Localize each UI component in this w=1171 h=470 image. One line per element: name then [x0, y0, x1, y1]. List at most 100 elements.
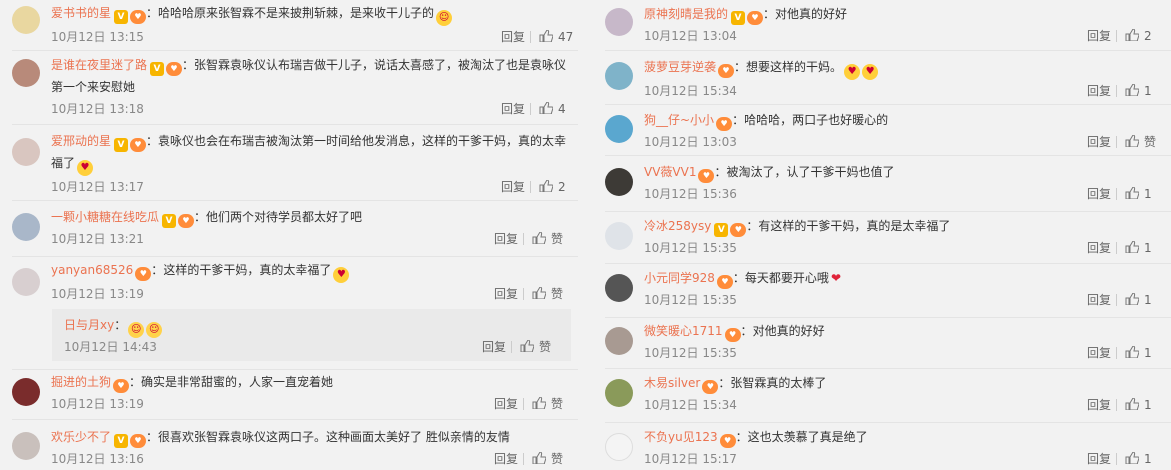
reply-button[interactable]: 回复 [494, 228, 518, 250]
reply-button[interactable]: 回复 [1087, 183, 1111, 205]
avatar[interactable] [605, 115, 633, 143]
like-button[interactable]: 赞 [532, 448, 563, 470]
avatar[interactable] [605, 222, 633, 250]
comment-author[interactable]: 微笑暖心1711 [644, 324, 723, 338]
comment-text: 想要这样的干妈。 [746, 60, 843, 74]
comment-author[interactable]: VV薇VV1 [644, 165, 696, 179]
like-button[interactable]: 4 [539, 98, 566, 120]
like-button[interactable]: 1 [1125, 448, 1152, 470]
reply-button[interactable]: 回复 [501, 176, 525, 198]
divider [1116, 136, 1117, 148]
vip-badge-icon: V [714, 223, 729, 237]
avatar[interactable] [605, 274, 633, 302]
avatar[interactable] [605, 8, 633, 36]
sub-reply-author[interactable]: 日与月xy [64, 318, 114, 332]
avatar[interactable] [605, 62, 633, 90]
reply-button[interactable]: 回复 [1087, 342, 1111, 364]
comment-author[interactable]: 木易silver [644, 376, 700, 390]
comment-author[interactable]: 狗__仔~小小 [644, 113, 714, 127]
avatar[interactable] [12, 59, 40, 87]
divider [12, 50, 578, 51]
reply-button[interactable]: 回复 [1087, 237, 1111, 259]
reply-button[interactable]: 回复 [1087, 448, 1111, 470]
divider [1116, 188, 1117, 200]
like-count: 1 [1144, 293, 1152, 307]
reply-button[interactable]: 回复 [494, 448, 518, 470]
like-button[interactable]: 赞 [532, 228, 563, 250]
avatar[interactable] [12, 213, 40, 241]
sub-reply-separator: ： [114, 318, 127, 332]
comment-author[interactable]: 欢乐少不了 [51, 430, 111, 444]
like-count: 47 [558, 30, 574, 44]
avatar[interactable] [605, 379, 633, 407]
reply-button[interactable]: 回复 [501, 98, 525, 120]
like-button[interactable]: 赞 [532, 393, 563, 415]
fan-medal-icon: ♥ [130, 434, 147, 448]
comment-time: 10月12日 13:21 [51, 232, 144, 246]
divider [1116, 347, 1117, 359]
comment-author[interactable]: 掘进的土狗 [51, 375, 111, 389]
comment-author[interactable]: 不负yu见123 [644, 430, 718, 444]
heart-eyes-emoji-icon: ♥ [77, 160, 94, 176]
divider [511, 341, 512, 353]
avatar[interactable] [12, 268, 40, 296]
reply-button[interactable]: 回复 [1087, 25, 1111, 47]
fan-medal-icon: ♥ [724, 328, 741, 342]
like-button[interactable]: 1 [1125, 394, 1152, 416]
comment-author[interactable]: 小元同学928 [644, 271, 715, 285]
like-button[interactable]: 1 [1125, 342, 1152, 364]
like-button[interactable]: 47 [539, 26, 573, 48]
comment-author[interactable]: 是谁在夜里迷了路 [51, 58, 147, 72]
avatar[interactable] [12, 138, 40, 166]
like-button[interactable]: 赞 [532, 283, 563, 305]
comment-author[interactable]: 爱邢动的星 [51, 134, 111, 148]
like-button[interactable]: 2 [1125, 25, 1152, 47]
reply-button[interactable]: 回复 [1087, 394, 1111, 416]
comment-author[interactable]: 爱书书的星 [51, 6, 111, 20]
divider [605, 104, 1171, 105]
divider [530, 181, 531, 193]
comment-text: 这也太羡慕了真是绝了 [747, 430, 868, 444]
thumb-up-icon [1125, 452, 1139, 464]
avatar[interactable] [12, 6, 40, 34]
reply-button[interactable]: 回复 [1087, 289, 1111, 311]
avatar[interactable] [605, 327, 633, 355]
like-button[interactable]: 1 [1125, 80, 1152, 102]
reply-button[interactable]: 回复 [494, 283, 518, 305]
reply-button[interactable]: 回复 [494, 393, 518, 415]
comment-text: 很喜欢张智霖袁咏仪这两口子。这种画面太美好了 胜似亲情的友情 [158, 430, 510, 444]
comment-time: 10月12日 13:16 [51, 452, 144, 466]
comment-author[interactable]: yanyan68526 [51, 263, 133, 277]
like-button[interactable]: 1 [1125, 183, 1152, 205]
like-button[interactable]: 赞 [1125, 131, 1156, 153]
comment-time: 10月12日 15:35 [644, 293, 737, 307]
vip-badge-icon: V [114, 10, 129, 24]
comment-text: 哈哈哈原来张智霖不是来披荆斩棘，是来收干儿子的 [158, 6, 435, 20]
reply-button[interactable]: 回复 [1087, 131, 1111, 153]
divider [1116, 30, 1117, 42]
comment-author[interactable]: 原神刻晴是我的 [644, 7, 728, 21]
vip-badge-icon: V [114, 434, 129, 448]
like-button[interactable]: 1 [1125, 289, 1152, 311]
thumb-up-icon [1125, 293, 1139, 305]
fan-medal-icon: ♥ [113, 379, 130, 393]
like-button[interactable]: 赞 [520, 336, 551, 358]
comment-time: 10月12日 13:15 [51, 30, 144, 44]
avatar[interactable] [605, 433, 633, 461]
comment-author[interactable]: 冷冰258ysy [644, 219, 711, 233]
avatar[interactable] [12, 432, 40, 460]
fan-medal-icon: ♥ [130, 138, 147, 152]
avatar[interactable] [605, 168, 633, 196]
like-button[interactable]: 1 [1125, 237, 1152, 259]
comment-author[interactable]: 菠萝豆芽逆袭 [644, 60, 716, 74]
vip-badge-icon: V [162, 214, 177, 228]
reply-button[interactable]: 回复 [482, 336, 506, 358]
fan-medal-icon: ♥ [698, 169, 715, 183]
like-button[interactable]: 2 [539, 176, 566, 198]
reply-button[interactable]: 回复 [1087, 80, 1111, 102]
reply-button[interactable]: 回复 [501, 26, 525, 48]
vip-badge-icon: V [731, 11, 746, 25]
comment-author[interactable]: 一颗小糖糖在线吃瓜 [51, 210, 159, 224]
like-count: 2 [1144, 29, 1152, 43]
avatar[interactable] [12, 378, 40, 406]
